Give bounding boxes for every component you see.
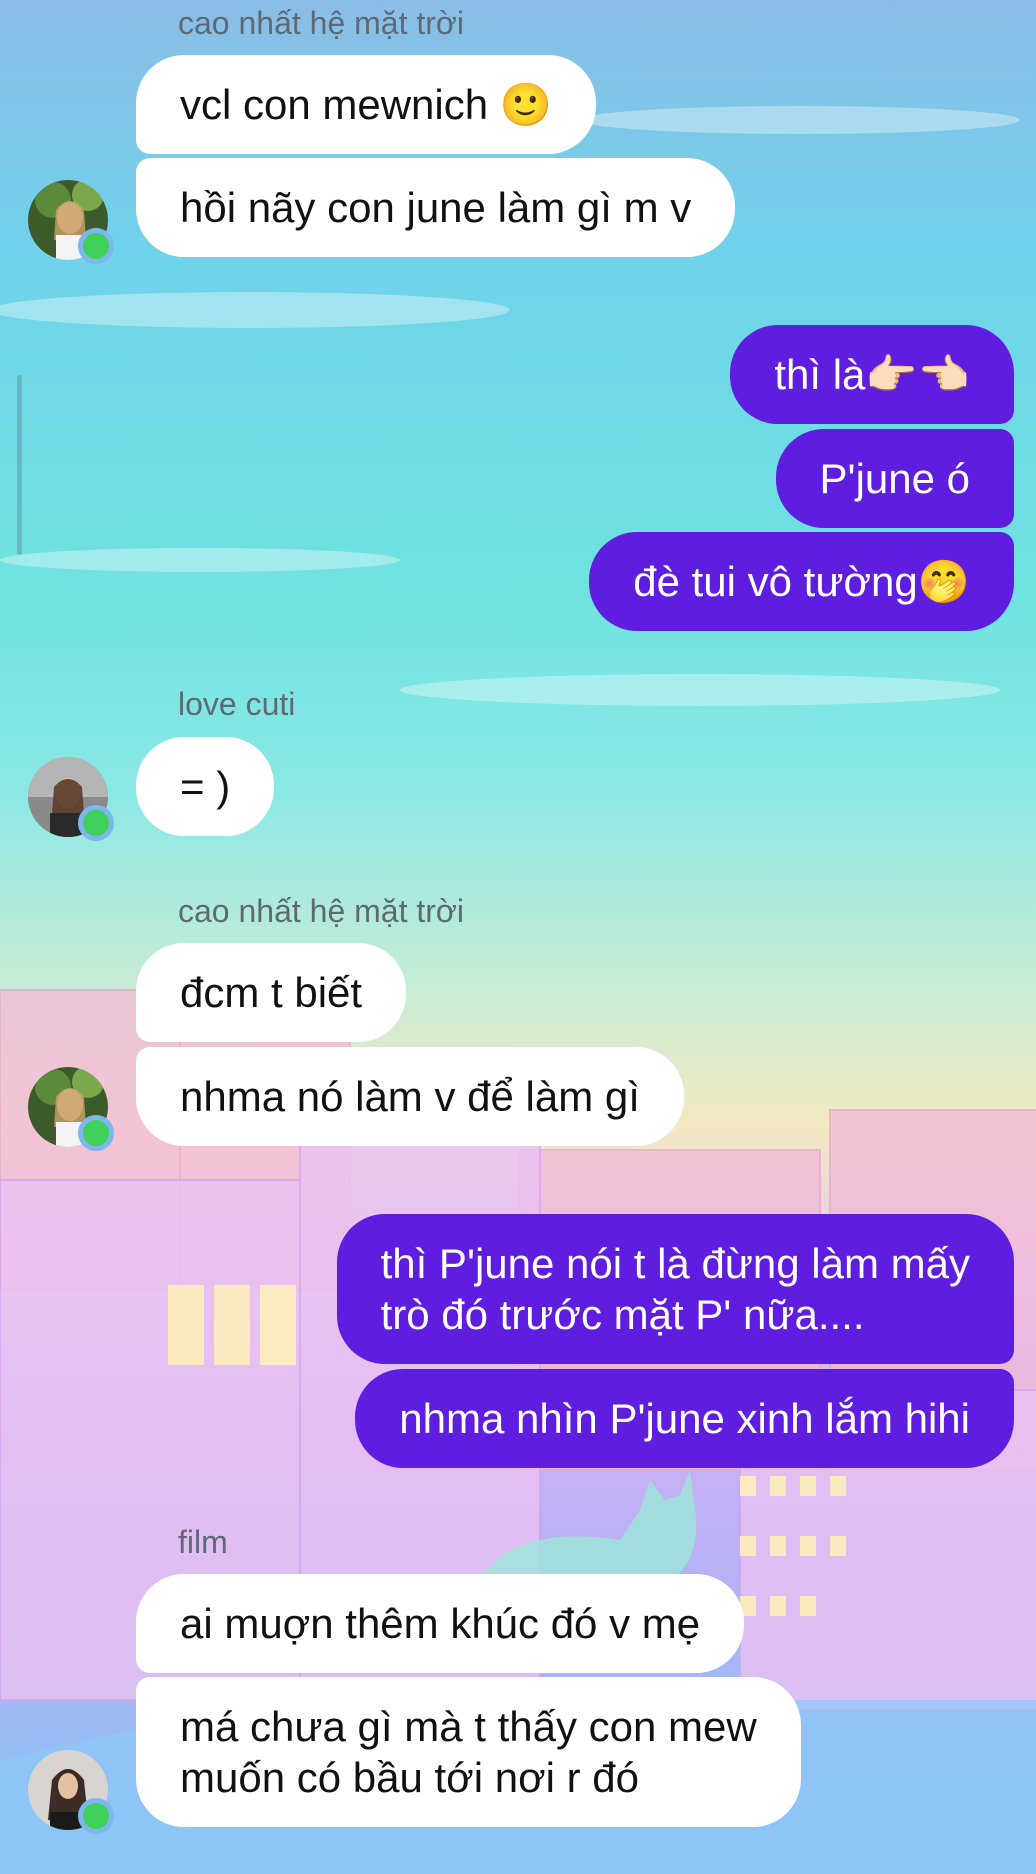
outgoing-message-bubble[interactable]: thì là👉🏻👈🏻: [730, 325, 1014, 424]
message-text: hồi nãy con june làm gì m v: [180, 184, 692, 231]
message-text: ai muợn thêm khúc đó v mẹ: [180, 1600, 701, 1647]
message-text: đè tui vô tường🤭: [633, 558, 970, 605]
sender-name: film: [178, 1524, 228, 1560]
message-text: thì là👉🏻👈🏻: [774, 351, 970, 398]
online-status-dot: [78, 1798, 114, 1834]
message-text: = ): [180, 763, 231, 810]
message-text-line: thì P'june nói t là đừng làm mấy: [380, 1240, 970, 1287]
message-text: đcm t biết: [180, 969, 363, 1016]
outgoing-message-bubble[interactable]: đè tui vô tường🤭: [589, 532, 1014, 631]
incoming-message-bubble[interactable]: = ): [136, 737, 275, 836]
message-text-line: má chưa gì mà t thấy con mew: [180, 1703, 757, 1750]
sender-name: cao nhất hệ mặt trời: [178, 5, 465, 41]
outgoing-message-bubble[interactable]: nhma nhìn P'june xinh lắm hihi: [355, 1369, 1014, 1468]
avatar[interactable]: [28, 757, 114, 841]
online-status-dot: [78, 228, 114, 264]
online-status-dot: [78, 805, 114, 841]
incoming-message-bubble[interactable]: nhma nó làm v để làm gì: [136, 1047, 684, 1146]
sender-name: love cuti: [178, 686, 296, 722]
scroll-indicator[interactable]: [17, 375, 22, 555]
message-text-line: muốn có bầu tới nơi r đó: [180, 1754, 639, 1801]
incoming-message-bubble[interactable]: má chưa gì mà t thấy con mew muốn có bầu…: [136, 1677, 801, 1827]
avatar[interactable]: [28, 180, 114, 264]
message-text: vcl con mewnich 🙂: [180, 81, 553, 128]
outgoing-message-bubble[interactable]: P'june ó: [775, 429, 1014, 528]
sender-name: cao nhất hệ mặt trời: [178, 893, 465, 929]
message-text: nhma nó làm v để làm gì: [180, 1073, 640, 1120]
incoming-message-bubble[interactable]: hồi nãy con june làm gì m v: [136, 158, 736, 257]
incoming-message-bubble[interactable]: đcm t biết: [136, 943, 407, 1042]
avatar[interactable]: [28, 1750, 114, 1834]
online-status-dot: [78, 1115, 114, 1151]
incoming-message-bubble[interactable]: ai muợn thêm khúc đó v mẹ: [136, 1574, 745, 1673]
incoming-message-bubble[interactable]: vcl con mewnich 🙂: [136, 55, 597, 154]
message-text: nhma nhìn P'june xinh lắm hihi: [399, 1395, 970, 1442]
avatar[interactable]: [28, 1067, 114, 1151]
message-text-line: trò đó trước mặt P' nữa....: [380, 1291, 865, 1338]
message-text: P'june ó: [819, 455, 970, 502]
outgoing-message-bubble[interactable]: thì P'june nói t là đừng làm mấy trò đó …: [336, 1214, 1014, 1364]
